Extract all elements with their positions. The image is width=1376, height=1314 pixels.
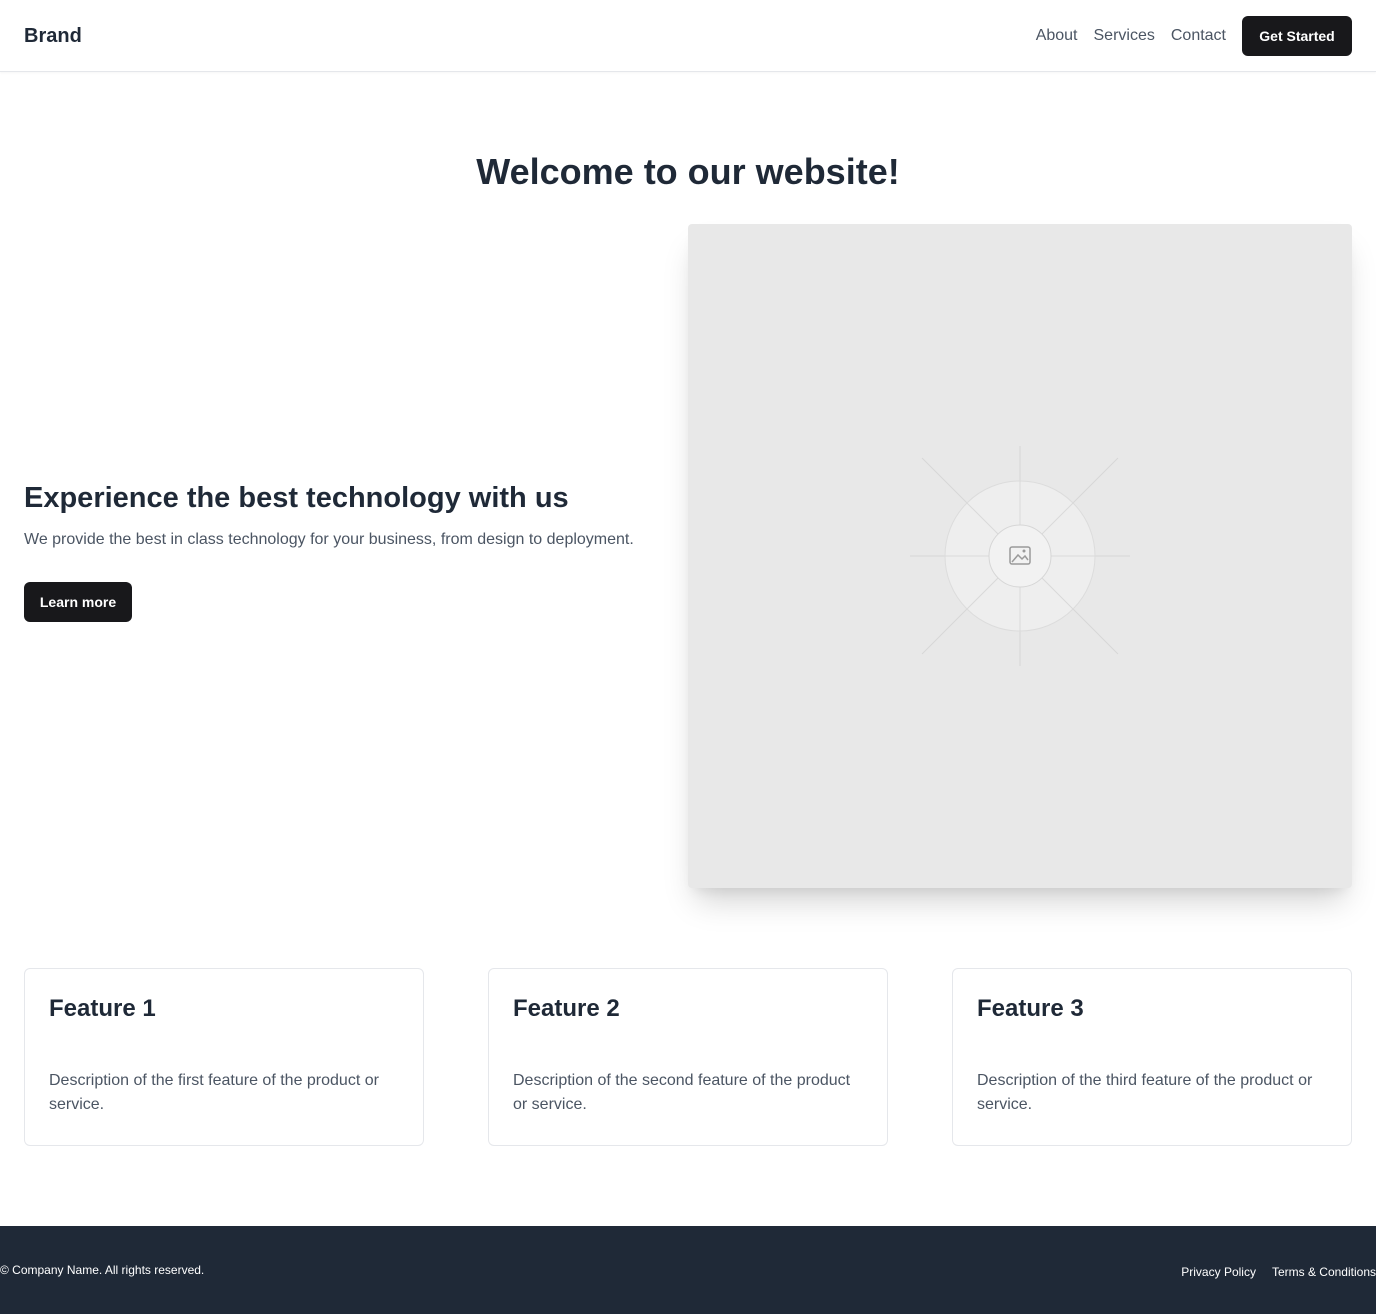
feature-card: Feature 3 Description of the third featu… — [952, 968, 1352, 1146]
features-section: Feature 1 Description of the first featu… — [24, 968, 1352, 1146]
privacy-policy-link[interactable]: Privacy Policy — [1181, 1264, 1256, 1280]
brand-logo[interactable]: Brand — [24, 24, 82, 48]
feature-title: Feature 1 — [49, 995, 156, 1022]
feature-title: Feature 3 — [977, 995, 1084, 1022]
get-started-button[interactable]: Get Started — [1242, 16, 1352, 56]
image-placeholder-icon — [910, 446, 1130, 666]
feature-card: Feature 2 Description of the second feat… — [488, 968, 888, 1146]
footer-links: Privacy Policy Terms & Conditions — [1165, 1264, 1376, 1280]
learn-more-button[interactable]: Learn more — [24, 582, 132, 622]
feature-description: Description of the first feature of the … — [49, 1072, 379, 1113]
hero-heading: Experience the best technology with us — [24, 482, 569, 514]
nav-link-about[interactable]: About — [1036, 26, 1078, 46]
copyright-text: © Company Name. All rights reserved. — [0, 1263, 205, 1277]
hero-description: We provide the best in class technology … — [24, 531, 634, 548]
site-header: Brand About Services Contact Get Started — [0, 0, 1376, 72]
page-title: Welcome to our website! — [476, 151, 900, 192]
nav-link-services[interactable]: Services — [1094, 26, 1155, 46]
hero-image-placeholder — [688, 224, 1352, 888]
feature-description: Description of the second feature of the… — [513, 1072, 851, 1113]
site-footer: © Company Name. All rights reserved. Pri… — [0, 1226, 1376, 1314]
feature-title: Feature 2 — [513, 995, 620, 1022]
hero-text-block: Experience the best technology with us W… — [24, 478, 684, 622]
nav-link-contact[interactable]: Contact — [1171, 26, 1226, 46]
feature-card: Feature 1 Description of the first featu… — [24, 968, 424, 1146]
feature-description: Description of the third feature of the … — [977, 1072, 1313, 1113]
terms-link[interactable]: Terms & Conditions — [1272, 1264, 1376, 1280]
main-nav: About Services Contact Get Started — [1036, 16, 1352, 56]
